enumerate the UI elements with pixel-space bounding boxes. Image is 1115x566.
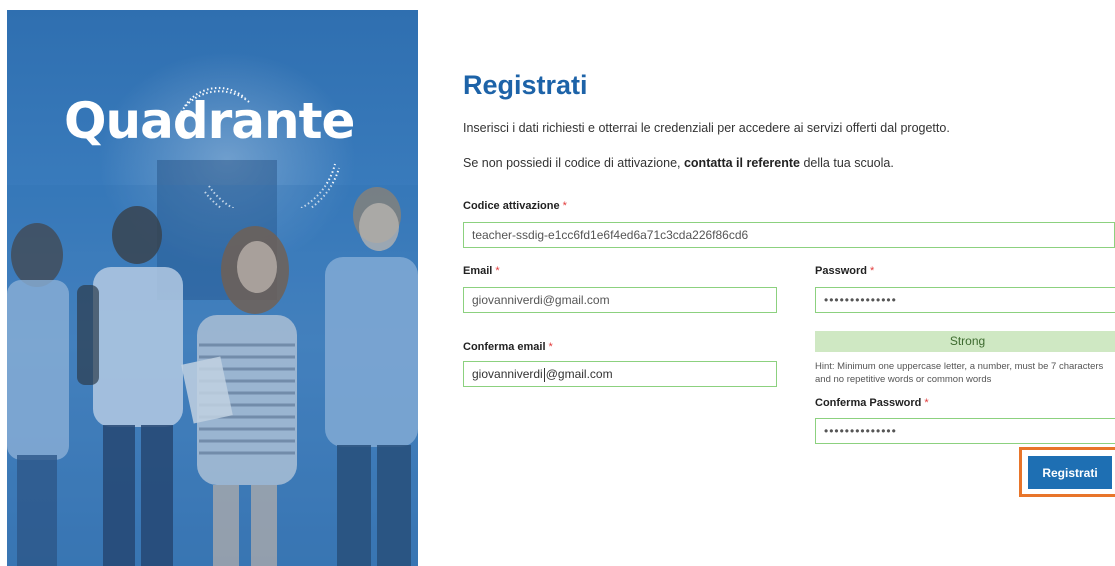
text-caret xyxy=(543,367,545,382)
password-hint: Hint: Minimum one uppercase letter, a nu… xyxy=(815,361,1104,385)
students-illustration xyxy=(7,185,418,566)
register-button[interactable]: Registrati xyxy=(1028,456,1112,489)
confirm-email-label: Conferma email * xyxy=(463,341,553,353)
password-strength-indicator: Strong xyxy=(815,331,1115,352)
email-input[interactable]: giovanniverdi@gmail.com xyxy=(463,287,777,313)
brand-logo: Quadrante xyxy=(64,92,355,150)
activation-code-input[interactable]: teacher-ssdig-e1cc6fd1e6f4ed6a71c3cda226… xyxy=(463,222,1115,248)
confirm-email-input[interactable]: giovanniverdi @gmail.com xyxy=(463,361,777,387)
activation-help-text: Se non possiedi il codice di attivazione… xyxy=(463,156,894,170)
password-label: Password * xyxy=(815,265,875,277)
hero-image: Quadrante xyxy=(7,10,418,566)
required-mark: * xyxy=(495,265,500,277)
required-mark: * xyxy=(548,341,553,353)
required-mark: * xyxy=(869,265,875,277)
contact-referent-text: contatta il referente xyxy=(683,156,800,170)
confirm-password-input[interactable]: •••••••••••••• xyxy=(815,418,1115,444)
email-label: Email * xyxy=(463,265,500,277)
confirm-password-label: Conferma Password * xyxy=(815,397,929,409)
submit-highlight: Registrati xyxy=(1019,447,1115,497)
intro-text: Inserisci i dati richiesti e otterrai le… xyxy=(463,121,950,135)
password-input[interactable]: •••••••••••••• xyxy=(815,287,1115,313)
required-mark: * xyxy=(562,200,567,212)
required-mark: * xyxy=(924,397,929,409)
page-title: Registrati xyxy=(463,70,588,100)
activation-code-label: Codice attivazione * xyxy=(463,200,567,212)
